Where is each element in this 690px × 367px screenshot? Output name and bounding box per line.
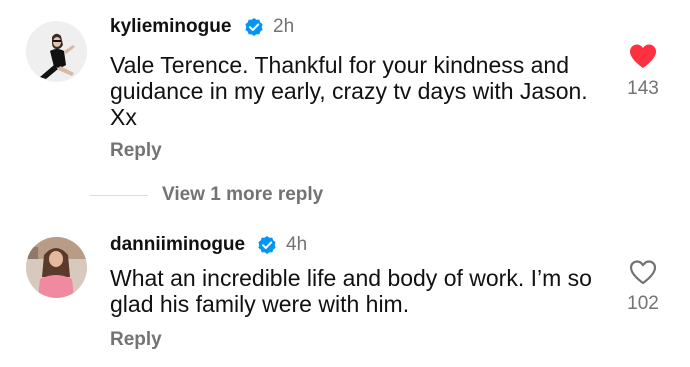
username[interactable]: kylieminogue xyxy=(110,16,231,38)
comment-text: What an incredible life and body of work… xyxy=(110,265,592,317)
reply-button[interactable]: Reply xyxy=(110,329,162,351)
divider-line xyxy=(90,195,148,196)
verified-badge-icon xyxy=(257,235,277,255)
avatar[interactable] xyxy=(26,237,87,298)
heart-outline-icon[interactable] xyxy=(628,258,658,286)
heart-filled-icon[interactable] xyxy=(628,42,658,70)
avatar[interactable] xyxy=(26,21,87,82)
like-count: 102 xyxy=(627,293,659,314)
like-count: 143 xyxy=(627,78,659,99)
timestamp: 2h xyxy=(273,16,295,37)
reply-button[interactable]: Reply xyxy=(110,140,162,162)
comment-text: Vale Terence. Thankful for your kindness… xyxy=(110,52,588,130)
verified-badge-icon xyxy=(244,17,264,37)
view-more-replies-label[interactable]: View 1 more reply xyxy=(162,184,323,206)
username[interactable]: danniiminogue xyxy=(110,234,245,256)
timestamp: 4h xyxy=(286,234,308,255)
